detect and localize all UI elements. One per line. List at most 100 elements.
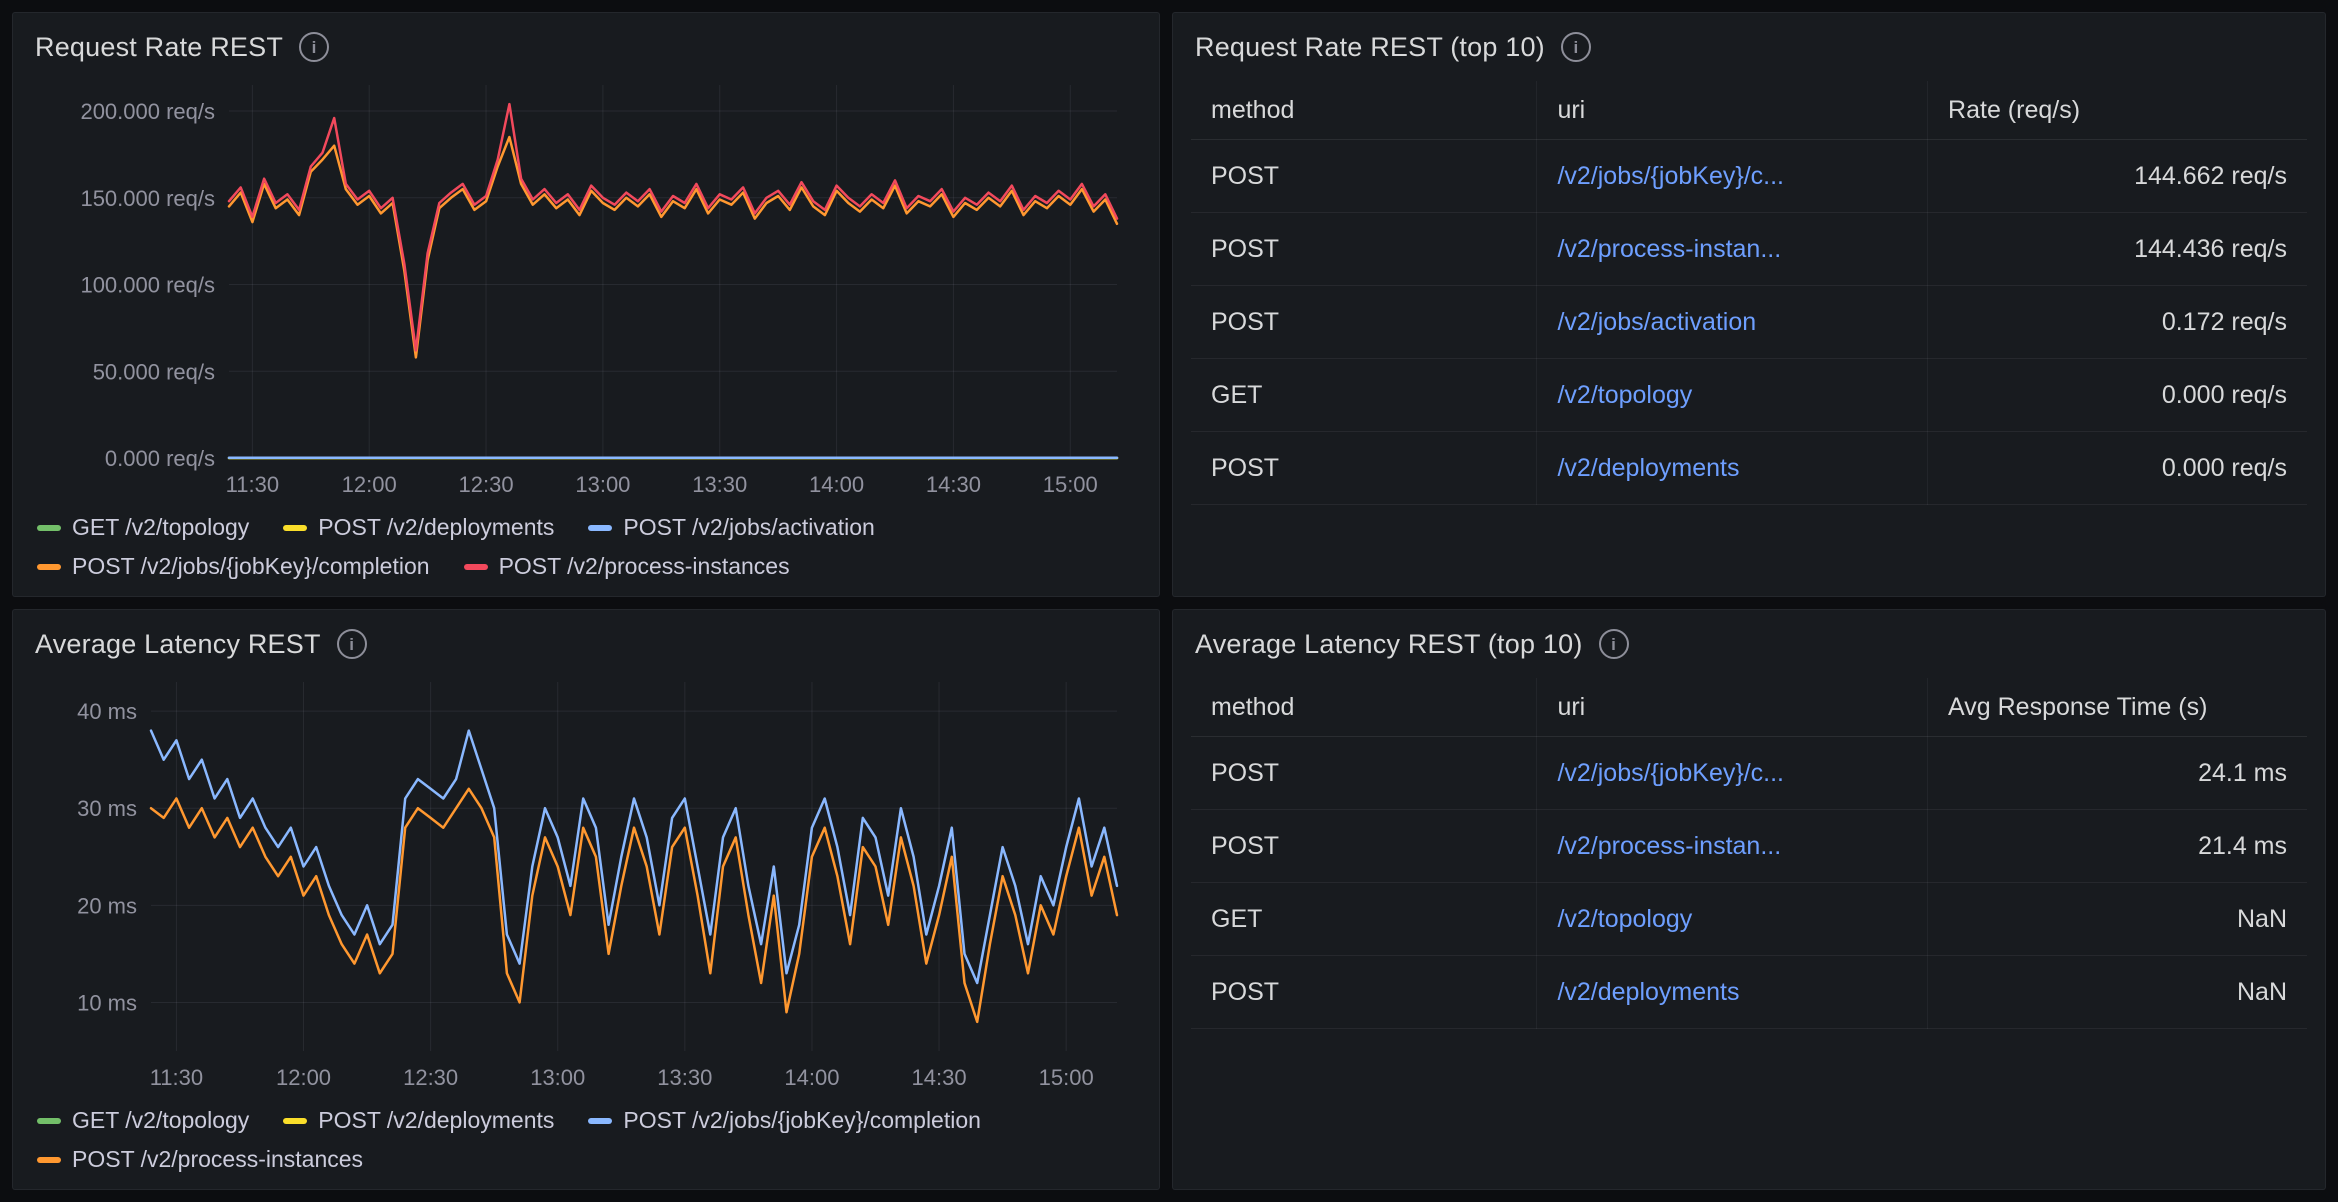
legend-marker: [37, 525, 61, 531]
svg-text:10 ms: 10 ms: [77, 990, 137, 1015]
svg-text:14:00: 14:00: [809, 472, 864, 497]
request-rate-table: method uri Rate (req/s) POST /v2/jobs/{j…: [1191, 81, 2307, 505]
cell-method: POST: [1191, 956, 1537, 1029]
cell-method: GET: [1191, 883, 1537, 956]
column-header-method[interactable]: method: [1191, 678, 1537, 737]
legend-marker: [588, 1118, 612, 1124]
legend-label: POST /v2/deployments: [318, 1107, 554, 1134]
svg-text:13:00: 13:00: [575, 472, 630, 497]
info-icon[interactable]: i: [1561, 32, 1591, 62]
column-header-method[interactable]: method: [1191, 81, 1537, 140]
cell-value: 0.000 req/s: [1928, 432, 2307, 505]
cell-method: POST: [1191, 432, 1537, 505]
svg-text:11:30: 11:30: [226, 472, 279, 497]
request-rate-chart-svg: 11:3012:0012:3013:0013:3014:0014:3015:00…: [31, 69, 1141, 504]
legend-marker: [283, 1118, 307, 1124]
table-row: POST /v2/deployments 0.000 req/s: [1191, 432, 2307, 505]
table-header-row: method uri Avg Response Time (s): [1191, 678, 2307, 737]
panel-title[interactable]: Average Latency REST (top 10): [1195, 629, 1583, 660]
cell-value: 144.662 req/s: [1928, 140, 2307, 213]
cell-method: POST: [1191, 140, 1537, 213]
cell-value: NaN: [1928, 883, 2307, 956]
panel-title[interactable]: Average Latency REST: [35, 629, 321, 660]
column-header-avg-response[interactable]: Avg Response Time (s): [1928, 678, 2307, 737]
svg-text:12:30: 12:30: [403, 1065, 458, 1090]
request-rate-legend: GET /v2/topology POST /v2/deployments PO…: [31, 504, 1141, 582]
legend-item[interactable]: POST /v2/jobs/activation: [588, 514, 874, 541]
info-icon[interactable]: i: [1599, 629, 1629, 659]
panel-header: Average Latency REST i: [31, 622, 1141, 666]
svg-text:11:30: 11:30: [150, 1065, 203, 1090]
info-icon[interactable]: i: [299, 32, 329, 62]
legend-item[interactable]: GET /v2/topology: [37, 514, 249, 541]
svg-text:150.000 req/s: 150.000 req/s: [80, 186, 215, 211]
cell-value: 24.1 ms: [1928, 737, 2307, 810]
panel-latency-table: Average Latency REST (top 10) i method u…: [1172, 609, 2326, 1190]
cell-value: 144.436 req/s: [1928, 213, 2307, 286]
cell-value: 21.4 ms: [1928, 810, 2307, 883]
column-header-rate[interactable]: Rate (req/s): [1928, 81, 2307, 140]
svg-text:13:30: 13:30: [692, 472, 747, 497]
uri-link[interactable]: /v2/process-instan...: [1557, 832, 1907, 861]
panel-request-rate-chart: Request Rate REST i 11:30 12:00 12:30 13:00…: [12, 12, 1160, 597]
uri-link[interactable]: /v2/topology: [1557, 381, 1907, 410]
panel-header: Average Latency REST (top 10) i: [1191, 622, 2307, 666]
cell-method: POST: [1191, 286, 1537, 359]
uri-link[interactable]: /v2/jobs/{jobKey}/c...: [1557, 759, 1907, 788]
panel-title[interactable]: Request Rate REST (top 10): [1195, 32, 1545, 63]
uri-link[interactable]: /v2/jobs/{jobKey}/c...: [1557, 162, 1907, 191]
cell-value: 0.172 req/s: [1928, 286, 2307, 359]
uri-link[interactable]: /v2/deployments: [1557, 978, 1907, 1007]
legend-label: POST /v2/deployments: [318, 514, 554, 541]
latency-legend: GET /v2/topology POST /v2/deployments PO…: [31, 1097, 1141, 1175]
legend-label: POST /v2/jobs/activation: [623, 514, 874, 541]
table-row: GET /v2/topology NaN: [1191, 883, 2307, 956]
svg-text:12:00: 12:00: [342, 472, 397, 497]
table-row: POST /v2/deployments NaN: [1191, 956, 2307, 1029]
svg-text:0.000 req/s: 0.000 req/s: [105, 446, 215, 471]
legend-item[interactable]: POST /v2/deployments: [283, 1107, 554, 1134]
latency-chart-canvas[interactable]: 11:3012:0012:3013:0013:3014:0014:3015:00…: [31, 666, 1141, 1097]
latency-table: method uri Avg Response Time (s) POST /v…: [1191, 678, 2307, 1029]
panel-title[interactable]: Request Rate REST: [35, 32, 283, 63]
column-header-uri[interactable]: uri: [1537, 81, 1928, 140]
cell-method: GET: [1191, 359, 1537, 432]
legend-marker: [464, 564, 488, 570]
legend-item[interactable]: GET /v2/topology: [37, 1107, 249, 1134]
table-row: POST /v2/process-instan... 144.436 req/s: [1191, 213, 2307, 286]
legend-marker: [283, 525, 307, 531]
legend-item[interactable]: POST /v2/deployments: [283, 514, 554, 541]
info-icon[interactable]: i: [337, 629, 367, 659]
svg-text:15:00: 15:00: [1039, 1065, 1094, 1090]
legend-item[interactable]: POST /v2/jobs/{jobKey}/completion: [588, 1107, 981, 1134]
column-header-uri[interactable]: uri: [1537, 678, 1928, 737]
uri-link[interactable]: /v2/jobs/activation: [1557, 308, 1907, 337]
svg-text:12:30: 12:30: [459, 472, 514, 497]
legend-marker: [588, 525, 612, 531]
panel-header: Request Rate REST i: [31, 25, 1141, 69]
uri-link[interactable]: /v2/topology: [1557, 905, 1907, 934]
svg-text:14:30: 14:30: [926, 472, 981, 497]
svg-text:13:00: 13:00: [530, 1065, 585, 1090]
legend-label: POST /v2/process-instances: [72, 1146, 363, 1173]
table-row: POST /v2/jobs/{jobKey}/c... 24.1 ms: [1191, 737, 2307, 810]
panel-header: Request Rate REST (top 10) i: [1191, 25, 2307, 69]
legend-label: POST /v2/process-instances: [499, 553, 790, 580]
dashboard: Request Rate REST i 11:30 12:00 12:30 13:00…: [0, 0, 2338, 1202]
request-rate-chart-canvas[interactable]: 11:3012:0012:3013:0013:3014:0014:3015:00…: [31, 69, 1141, 504]
uri-link[interactable]: /v2/deployments: [1557, 454, 1907, 483]
uri-link[interactable]: /v2/process-instan...: [1557, 235, 1907, 264]
svg-text:30 ms: 30 ms: [77, 796, 137, 821]
legend-item[interactable]: POST /v2/process-instances: [464, 553, 790, 580]
table-row: POST /v2/jobs/activation 0.172 req/s: [1191, 286, 2307, 359]
legend-marker: [37, 564, 61, 570]
legend-item[interactable]: POST /v2/jobs/{jobKey}/completion: [37, 553, 430, 580]
cell-method: POST: [1191, 737, 1537, 810]
table-row: POST /v2/process-instan... 21.4 ms: [1191, 810, 2307, 883]
svg-text:14:30: 14:30: [912, 1065, 967, 1090]
legend-label: POST /v2/jobs/{jobKey}/completion: [623, 1107, 981, 1134]
svg-text:50.000 req/s: 50.000 req/s: [93, 359, 215, 384]
legend-item[interactable]: POST /v2/process-instances: [37, 1146, 363, 1173]
panel-request-rate-table: Request Rate REST (top 10) i method uri …: [1172, 12, 2326, 597]
table-row: GET /v2/topology 0.000 req/s: [1191, 359, 2307, 432]
